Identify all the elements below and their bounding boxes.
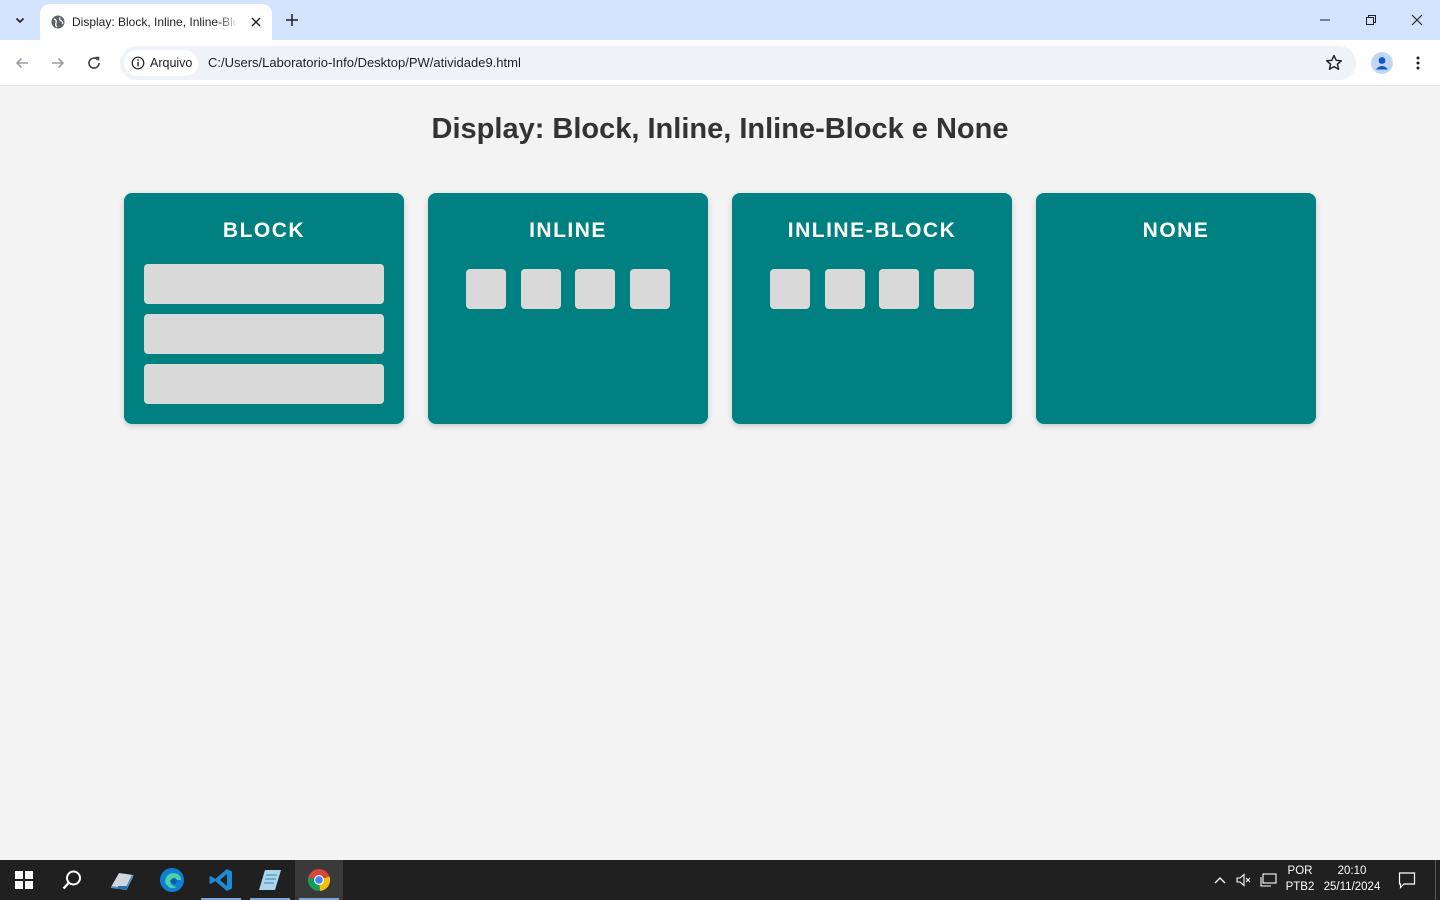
vscode-icon	[209, 869, 232, 891]
card-title: INLINE-BLOCK	[787, 219, 957, 242]
taskbar-notepad[interactable]	[246, 860, 294, 900]
notification-icon[interactable]	[1398, 871, 1416, 889]
block-item	[144, 314, 384, 354]
security-chip-label: Arquivo	[150, 56, 193, 70]
address-bar[interactable]: Arquivo C:/Users/Laboratorio-Info/Deskto…	[120, 46, 1356, 80]
chevron-up-icon[interactable]	[1213, 874, 1227, 886]
url-text[interactable]: C:/Users/Laboratorio-Info/Desktop/PW/ati…	[208, 55, 521, 71]
card-title: INLINE	[529, 219, 607, 242]
card-inline-block: INLINE-BLOCK	[732, 193, 1012, 424]
inline-item	[575, 269, 615, 309]
taskbar-chrome[interactable]	[295, 860, 343, 900]
reload-icon	[88, 56, 100, 69]
card-title: NONE	[1142, 219, 1210, 242]
restore-icon	[1366, 15, 1376, 25]
browser-toolbar: Arquivo C:/Users/Laboratorio-Info/Deskto…	[0, 40, 1440, 86]
language-line-2: PTB2	[1285, 881, 1315, 893]
arrow-left-icon	[15, 57, 28, 69]
card-none: NONE	[1036, 193, 1316, 424]
plus-icon	[286, 14, 298, 26]
site-info-chip[interactable]: Arquivo	[124, 50, 198, 76]
close-window-button[interactable]	[1394, 0, 1440, 40]
browser-tab[interactable]: Display: Block, Inline, Inline-Block e N…	[40, 4, 272, 40]
arrow-right-icon	[52, 57, 65, 69]
close-icon	[1411, 14, 1423, 26]
new-tab-button[interactable]	[280, 8, 304, 32]
network-icon[interactable]	[1260, 872, 1278, 888]
edge-icon	[160, 868, 184, 892]
taskbar-edge[interactable]	[148, 860, 196, 900]
more-vertical-icon	[1416, 56, 1420, 70]
file-explorer-icon	[110, 873, 134, 891]
card-title: BLOCK	[222, 219, 306, 242]
tab-close-button[interactable]	[246, 12, 266, 32]
card-block: BLOCK	[124, 193, 404, 424]
star-icon[interactable]	[1324, 53, 1344, 73]
inline-block-item	[770, 269, 810, 309]
search-button[interactable]	[48, 860, 96, 900]
taskbar-vscode[interactable]	[197, 860, 245, 900]
start-button[interactable]	[0, 860, 48, 900]
reload-button[interactable]	[80, 49, 108, 77]
notepad-icon	[259, 870, 281, 890]
browser-menu-button[interactable]	[1404, 49, 1432, 77]
page-content: Display: Block, Inline, Inline-Block e N…	[0, 87, 1440, 860]
restore-button[interactable]	[1348, 0, 1394, 40]
avatar-icon	[1371, 52, 1393, 74]
clock-time: 20:10	[1337, 865, 1367, 877]
language-line-1: POR	[1287, 865, 1313, 877]
tab-strip: Display: Block, Inline, Inline-Block e N…	[0, 0, 1440, 40]
profile-button[interactable]	[1368, 49, 1396, 77]
chevron-down-icon	[15, 17, 25, 24]
back-button[interactable]	[8, 49, 36, 77]
inline-block-item	[879, 269, 919, 309]
inline-item	[521, 269, 561, 309]
block-item	[144, 364, 384, 404]
globe-icon	[51, 15, 65, 29]
block-item	[144, 264, 384, 304]
taskbar-file-explorer[interactable]	[98, 860, 146, 900]
inline-item	[466, 269, 506, 309]
inline-block-item	[934, 269, 974, 309]
close-icon	[251, 17, 261, 27]
chrome-icon	[308, 869, 331, 892]
tab-search-button[interactable]	[8, 8, 32, 32]
taskbar: POR PTB2 20:10 25/11/2024	[0, 860, 1440, 900]
forward-button[interactable]	[44, 49, 72, 77]
volume-muted-icon[interactable]	[1236, 872, 1252, 888]
minimize-icon	[1320, 19, 1330, 21]
info-icon	[131, 56, 145, 70]
card-inline: INLINE	[428, 193, 708, 424]
language-indicator[interactable]: POR PTB2	[1283, 863, 1317, 895]
minimize-button[interactable]	[1302, 0, 1348, 40]
inline-block-item	[825, 269, 865, 309]
tab-title: Display: Block, Inline, Inline-Block e N…	[72, 15, 238, 29]
search-icon	[62, 870, 81, 890]
inline-item	[630, 269, 670, 309]
show-desktop-button[interactable]	[1435, 860, 1440, 900]
page-title: Display: Block, Inline, Inline-Block e N…	[431, 113, 1009, 145]
clock[interactable]: 20:10 25/11/2024	[1320, 863, 1384, 895]
start-icon	[15, 871, 33, 889]
clock-date: 25/11/2024	[1323, 881, 1381, 893]
